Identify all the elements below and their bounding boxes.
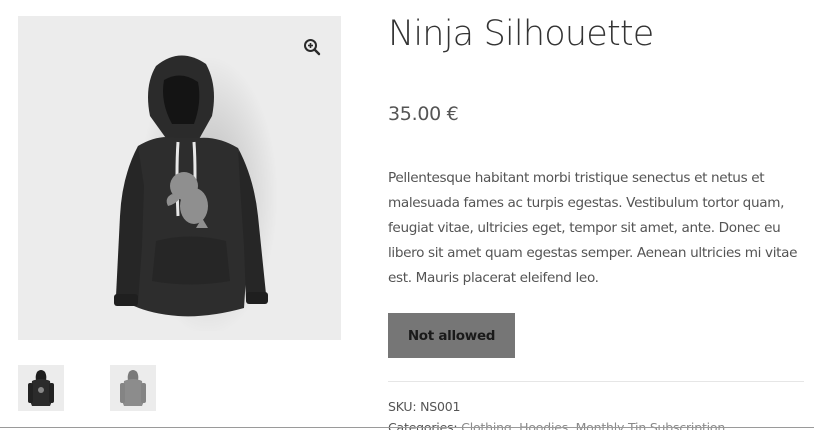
zoom-in-icon[interactable]	[303, 38, 321, 56]
product-categories: Categories: Clothing, Hoodies, Monthly T…	[388, 420, 725, 430]
categories-label: Categories:	[388, 420, 458, 430]
hoodie-image	[114, 55, 278, 331]
product-price: 35.00 €	[388, 103, 459, 125]
product-title: Ninja Silhouette	[388, 14, 654, 54]
category-links[interactable]: Clothing, Hoodies, Monthly Tin Subscript…	[461, 420, 725, 430]
product-sku: SKU: NS001	[388, 399, 460, 414]
thumbnail-black-hoodie[interactable]	[18, 365, 64, 411]
bottom-rule	[0, 427, 814, 428]
meta-divider	[388, 381, 804, 382]
sku-label: SKU:	[388, 399, 417, 414]
product-short-description: Pellentesque habitant morbi tristique se…	[388, 170, 798, 286]
sku-value: NS001	[420, 399, 461, 414]
hoodie-thumbnail-icon	[120, 370, 146, 406]
thumbnail-gray-hoodie[interactable]	[110, 365, 156, 411]
hoodie-thumbnail-icon	[28, 370, 54, 406]
not-allowed-button[interactable]: Not allowed	[388, 313, 515, 358]
product-page: Ninja Silhouette 35.00 € Pellentesque ha…	[0, 0, 814, 430]
product-main-image[interactable]	[18, 16, 341, 340]
